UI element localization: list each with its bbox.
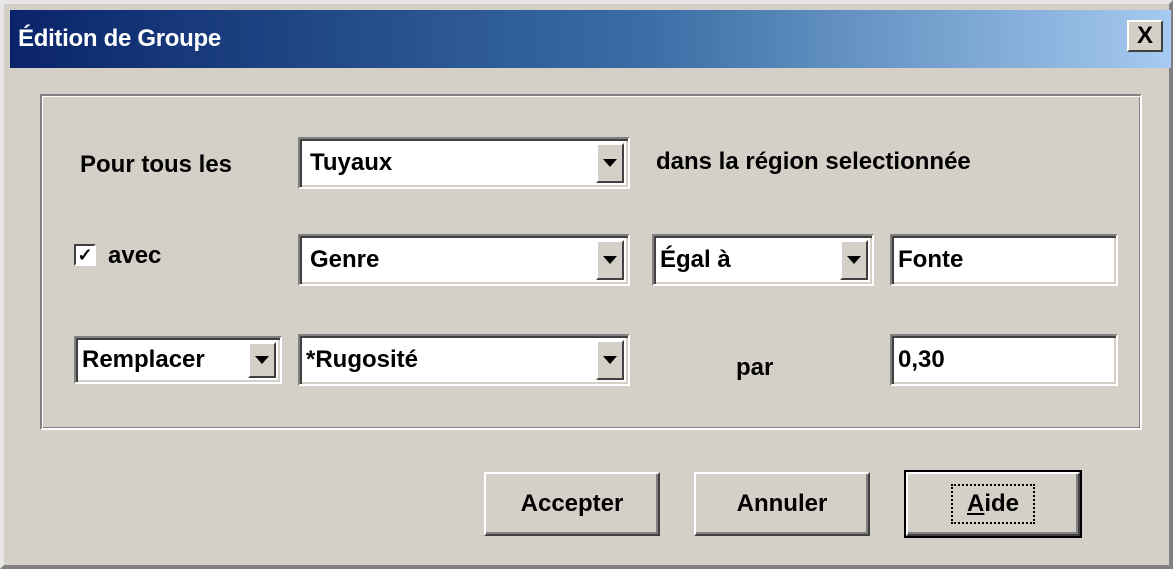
chevron-down-icon: [603, 356, 617, 364]
dialog-title: Édition de Groupe: [18, 25, 221, 52]
object-type-select[interactable]: Tuyaux: [298, 137, 630, 189]
region-label: dans la région selectionnée: [656, 148, 971, 175]
for-all-label: Pour tous les: [80, 151, 233, 178]
help-accelerator: A: [966, 490, 985, 517]
replace-property-select[interactable]: *Rugosité: [298, 334, 630, 386]
object-type-dropdown-button[interactable]: [596, 143, 624, 183]
operator-select[interactable]: Égal à: [652, 234, 874, 286]
cancel-button-label: Annuler: [736, 490, 828, 517]
condition-property-value: Genre: [310, 246, 380, 273]
operator-dropdown-button[interactable]: [840, 240, 868, 280]
chevron-down-icon: [847, 256, 861, 264]
accept-button-label: Accepter: [520, 490, 624, 517]
action-select[interactable]: Remplacer: [74, 336, 282, 384]
condition-value-text: Fonte: [898, 246, 964, 273]
close-button[interactable]: X: [1127, 20, 1163, 52]
replace-value-input[interactable]: 0,30: [890, 334, 1118, 386]
help-button-focus: Aide: [950, 484, 1036, 524]
title-bar[interactable]: Édition de Groupe X: [10, 10, 1171, 68]
help-button-label: ide: [984, 490, 1020, 517]
replace-property-value: *Rugosité: [306, 346, 419, 373]
condition-property-select[interactable]: Genre: [298, 234, 630, 286]
replace-property-dropdown-button[interactable]: [596, 340, 624, 380]
action-dropdown-button[interactable]: [248, 342, 276, 378]
chevron-down-icon: [603, 159, 617, 167]
cancel-button[interactable]: Annuler: [694, 472, 870, 536]
close-icon: X: [1136, 22, 1153, 49]
chevron-down-icon: [603, 256, 617, 264]
by-label: par: [736, 354, 774, 381]
object-type-value: Tuyaux: [310, 149, 393, 176]
action-value: Remplacer: [82, 346, 205, 373]
checkmark-icon: ✓: [77, 245, 93, 265]
condition-checkbox[interactable]: ✓: [74, 244, 96, 266]
condition-property-dropdown-button[interactable]: [596, 240, 624, 280]
with-label: avec: [108, 242, 162, 269]
chevron-down-icon: [255, 356, 269, 364]
accept-button[interactable]: Accepter: [484, 472, 660, 536]
operator-value: Égal à: [660, 246, 731, 273]
condition-value-input[interactable]: Fonte: [890, 234, 1118, 286]
help-button[interactable]: Aide: [904, 470, 1082, 538]
dialog-window: Édition de Groupe X Pour tous les Tuyaux…: [0, 0, 1173, 569]
replace-value-text: 0,30: [898, 346, 945, 373]
